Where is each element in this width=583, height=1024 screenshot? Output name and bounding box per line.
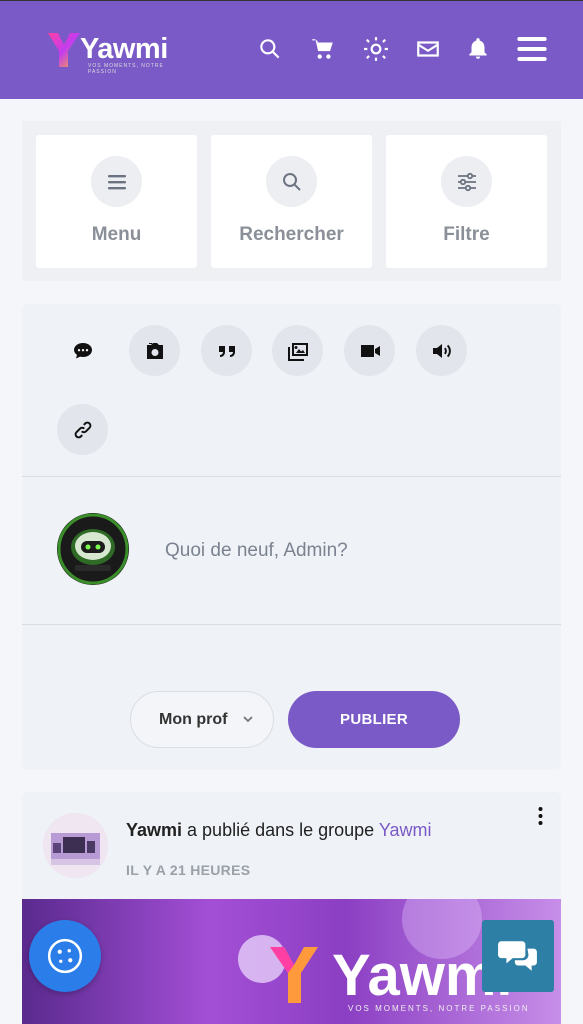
post-action-text: a publié dans le groupe — [182, 820, 379, 840]
images-icon[interactable] — [272, 325, 323, 376]
post-group-link[interactable]: Yawmi — [379, 820, 432, 840]
menu-button[interactable]: Menu — [36, 135, 197, 268]
filter-button[interactable]: Filtre — [386, 135, 547, 268]
link-icon[interactable] — [57, 404, 108, 455]
bell-icon[interactable] — [462, 33, 494, 65]
brand-logo[interactable]: Yawmi VOS MOMENTS, NOTRE PASSION — [40, 27, 188, 75]
status-input[interactable]: Quoi de neuf, Admin? — [165, 540, 348, 562]
chat-widget-button[interactable] — [482, 920, 554, 992]
audience-select[interactable]: Mon prof — [130, 691, 274, 748]
quote-icon[interactable] — [201, 325, 252, 376]
logo-y-mark — [48, 33, 80, 67]
post-author-avatar[interactable] — [43, 813, 108, 878]
brand-tagline: VOS MOMENTS, NOTRE PASSION — [88, 63, 164, 75]
search-icon[interactable] — [254, 33, 286, 65]
composer-divider-bottom — [22, 624, 561, 625]
feed-post: Yawmi a publié dans le groupe Yawmi IL Y… — [22, 792, 561, 1024]
mail-icon[interactable] — [412, 33, 444, 65]
hamburger-icon[interactable] — [514, 33, 550, 65]
post-author-link[interactable]: Yawmi — [126, 820, 182, 840]
more-options-icon[interactable] — [530, 804, 550, 828]
camera-icon[interactable] — [129, 325, 180, 376]
chat-bubbles-icon — [498, 941, 537, 971]
menu-icon — [91, 156, 142, 207]
cart-icon[interactable] — [307, 33, 339, 65]
audio-icon[interactable] — [416, 325, 467, 376]
quick-actions-panel: Menu Rechercher Filtre — [22, 121, 561, 281]
chevron-down-icon — [243, 716, 253, 723]
brand-name: Yawmi — [80, 33, 168, 65]
sun-icon[interactable] — [360, 33, 392, 65]
banner-tagline: VOS MOMENTS, NOTRE PASSION — [348, 1004, 530, 1013]
search-icon — [266, 156, 317, 207]
post-composer: Quoi de neuf, Admin? Mon prof PUBLIER — [22, 304, 561, 770]
post-banner-image[interactable]: Yawmi VOS MOMENTS, NOTRE PASSION — [22, 899, 561, 1024]
composer-divider-top — [22, 476, 561, 477]
top-header: Yawmi VOS MOMENTS, NOTRE PASSION — [0, 0, 583, 99]
post-headline: Yawmi a publié dans le groupe Yawmi — [126, 820, 432, 841]
search-label: Rechercher — [239, 224, 344, 245]
search-button[interactable]: Rechercher — [211, 135, 372, 268]
video-icon[interactable] — [344, 325, 395, 376]
publish-button[interactable]: PUBLIER — [288, 691, 460, 748]
filter-label: Filtre — [443, 224, 490, 245]
cookie-icon — [47, 938, 83, 974]
post-timestamp[interactable]: IL Y A 21 HEURES — [126, 862, 250, 878]
menu-label: Menu — [91, 224, 142, 245]
cookie-settings-button[interactable] — [29, 920, 101, 992]
sliders-icon — [441, 156, 492, 207]
audience-label: Mon prof — [159, 710, 228, 728]
chat-icon[interactable] — [57, 325, 108, 376]
user-avatar[interactable] — [57, 513, 129, 585]
